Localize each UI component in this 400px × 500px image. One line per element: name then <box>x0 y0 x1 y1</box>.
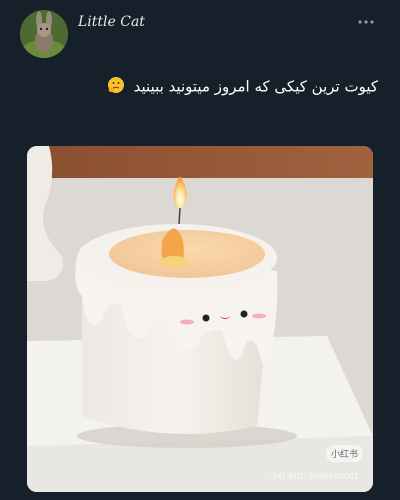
more-horizontal-icon <box>358 20 374 24</box>
candle-cake-photo <box>27 146 373 492</box>
post-text: کیوت ترین کیکی که امروز میتونید ببینید <box>20 76 378 98</box>
post-header: Little Cat <box>0 0 400 64</box>
post-image[interactable]: 小红书 小红书ID: 9666600001 <box>27 146 373 492</box>
username[interactable]: Little Cat <box>78 14 145 30</box>
avatar[interactable] <box>20 10 68 58</box>
watermark-tag: 小红书 <box>325 445 363 462</box>
watermark-text: 小红书ID: 9666600001 <box>270 472 359 481</box>
thinking-face-emoji-icon <box>107 76 125 98</box>
post-text-content: کیوت ترین کیکی که امروز میتونید ببینید <box>133 77 378 96</box>
more-options-button[interactable] <box>354 12 378 32</box>
